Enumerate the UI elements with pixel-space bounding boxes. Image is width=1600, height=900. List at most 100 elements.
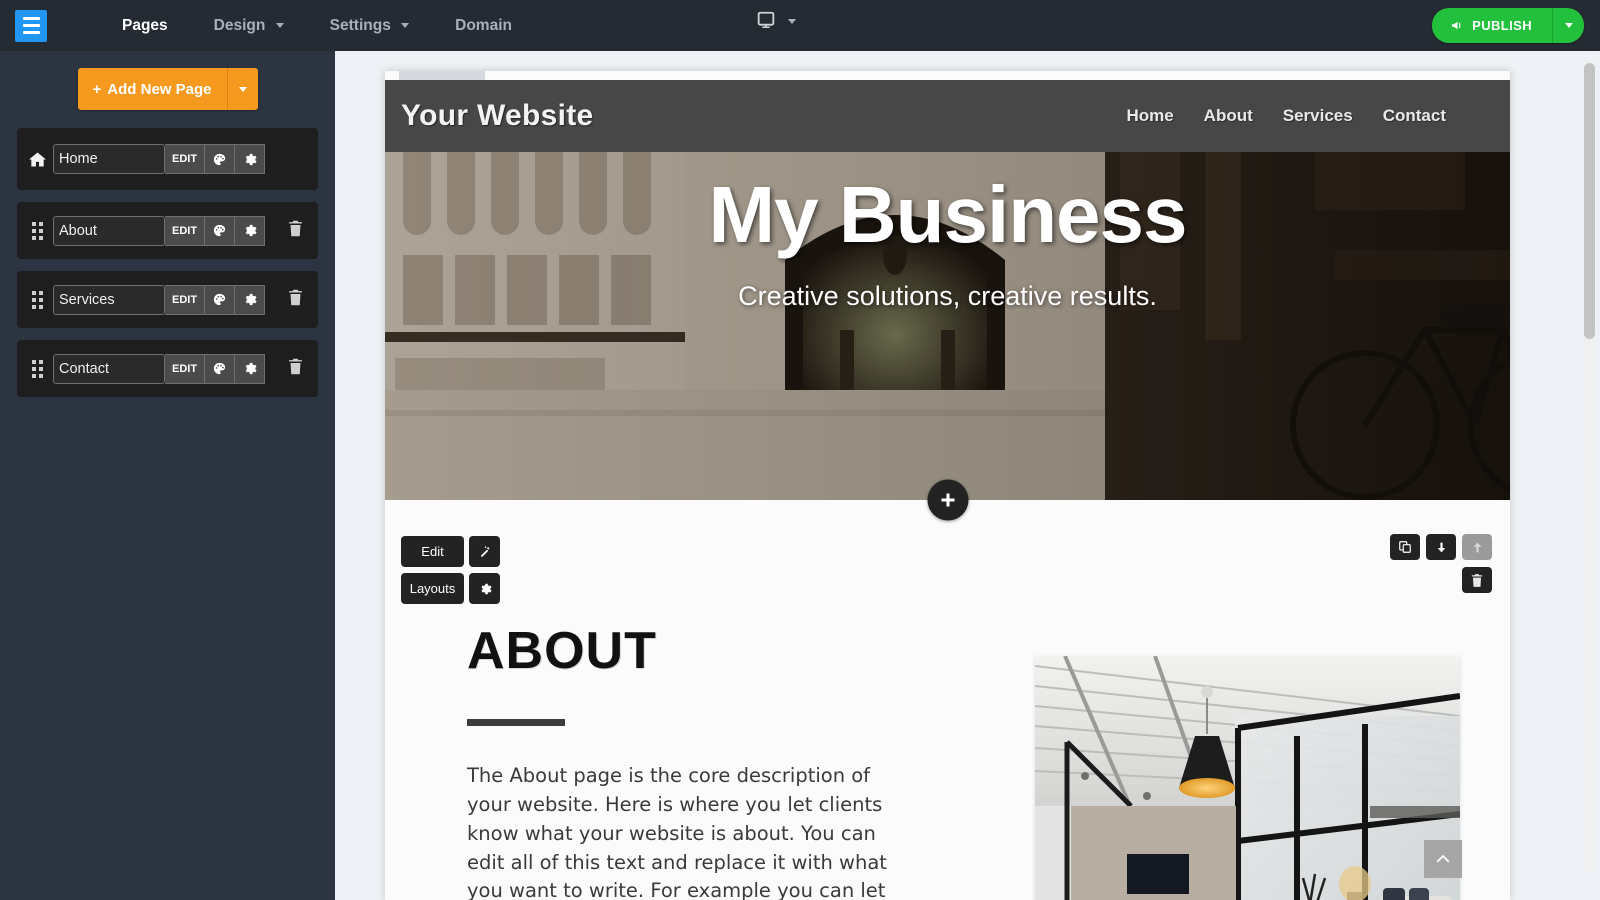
site-nav-services[interactable]: Services: [1283, 106, 1353, 126]
chevron-down-icon: [1564, 23, 1573, 28]
palette-icon: [213, 224, 226, 237]
nav-item-domain[interactable]: Domain: [432, 0, 535, 51]
page-delete-button-about[interactable]: [287, 219, 304, 243]
section-style-button[interactable]: [469, 536, 500, 567]
site-nav: Home About Services Contact: [1126, 106, 1486, 126]
page-list: EDIT: [0, 128, 335, 397]
about-body-visible: The About page is the core description o…: [467, 764, 887, 900]
section-controls: [1390, 534, 1492, 593]
trash-icon: [289, 289, 302, 305]
page-settings-button-home[interactable]: [235, 144, 266, 174]
move-section-down-button[interactable]: [1426, 534, 1456, 560]
nav-item-settings[interactable]: Settings: [307, 0, 432, 51]
add-new-page-dropdown-button[interactable]: [227, 68, 258, 110]
plus-icon: +: [92, 80, 102, 98]
chevron-up-icon: [1436, 855, 1450, 863]
page-delete-button-contact[interactable]: [287, 357, 304, 381]
add-new-page-control: + Add New Page: [77, 68, 258, 110]
site-nav-contact[interactable]: Contact: [1383, 106, 1446, 126]
nav-label-settings: Settings: [329, 17, 391, 34]
page-row-contact[interactable]: EDIT: [17, 340, 318, 397]
section-toolbar: Edit Layouts: [401, 536, 500, 610]
page-edit-button-about[interactable]: EDIT: [165, 215, 206, 246]
palette-icon: [213, 153, 226, 165]
page-edit-button-services[interactable]: EDIT: [165, 284, 206, 315]
page-row-home[interactable]: EDIT: [17, 128, 318, 190]
hamburger-icon[interactable]: [15, 9, 47, 42]
page-delete-button-services[interactable]: [287, 288, 304, 312]
office-interior-photo: [1035, 656, 1460, 900]
page-style-button-contact[interactable]: [205, 353, 236, 384]
page-settings-button-about[interactable]: [235, 215, 266, 246]
nav-item-design[interactable]: Design: [191, 0, 307, 51]
device-preview-switcher[interactable]: [755, 10, 796, 32]
preview-scrollbar-thumb[interactable]: [1584, 63, 1595, 339]
about-section[interactable]: ABOUT The About page is the core descrip…: [385, 501, 1510, 900]
page-edit-button-home[interactable]: EDIT: [165, 144, 206, 174]
copy-icon: [1399, 541, 1411, 553]
publish-dropdown-button[interactable]: [1553, 8, 1584, 43]
page-style-button-services[interactable]: [205, 284, 236, 315]
page-style-button-home[interactable]: [205, 144, 236, 174]
chevron-down-icon: [401, 23, 410, 29]
page-name-input-about[interactable]: [53, 215, 165, 246]
delete-section-button[interactable]: [1462, 567, 1492, 593]
about-heading: ABOUT: [467, 622, 657, 680]
arrow-down-icon: [1437, 542, 1445, 552]
about-divider: [467, 719, 565, 726]
nav-label-pages: Pages: [122, 17, 168, 34]
plus-icon: [941, 498, 954, 502]
section-toolbar-row-layouts: Layouts: [401, 573, 500, 604]
about-text-column: ABOUT The About page is the core descrip…: [467, 621, 907, 900]
page-row-about[interactable]: EDIT: [17, 202, 318, 259]
nav-item-pages[interactable]: Pages: [99, 0, 191, 51]
page-settings-button-services[interactable]: [235, 284, 266, 315]
page-edit-button-contact[interactable]: EDIT: [165, 353, 206, 384]
page-row-services[interactable]: EDIT: [17, 271, 318, 328]
page-style-button-about[interactable]: [205, 215, 236, 246]
section-layouts-button[interactable]: Layouts: [401, 573, 464, 604]
drag-handle-icon[interactable]: [27, 221, 47, 240]
gear-icon: [245, 293, 257, 306]
duplicate-section-button[interactable]: [1390, 534, 1420, 560]
megaphone-icon: [1452, 21, 1461, 30]
main-nav: Pages Design Settings Domain: [99, 0, 535, 51]
section-edit-button[interactable]: Edit: [401, 536, 464, 567]
top-toolbar: Pages Design Settings Domain PUBLISH: [0, 0, 1600, 51]
publish-control: PUBLISH: [1432, 8, 1584, 43]
section-settings-button[interactable]: [469, 573, 500, 604]
page-settings-button-contact[interactable]: [235, 353, 266, 384]
site-nav-home[interactable]: Home: [1126, 106, 1173, 126]
section-toolbar-row-edit: Edit: [401, 536, 500, 567]
edit-label: EDIT: [172, 153, 198, 165]
section-edit-label: Edit: [421, 544, 444, 559]
hero-subtitle: Creative solutions, creative results.: [738, 281, 1157, 311]
drag-handle-icon[interactable]: [27, 290, 47, 309]
site-nav-about[interactable]: About: [1204, 106, 1253, 126]
add-section-button[interactable]: [927, 479, 968, 521]
hamburger-bar: [22, 31, 40, 34]
hamburger-bar: [22, 17, 40, 20]
site-header: Your Website Home About Services Contact: [385, 80, 1510, 152]
add-new-page-button[interactable]: + Add New Page: [77, 68, 228, 110]
site-logo[interactable]: Your Website: [401, 99, 594, 133]
about-body-text[interactable]: The About page is the core description o…: [467, 762, 907, 900]
about-image[interactable]: [1035, 656, 1460, 900]
hero-text-block[interactable]: My Business Creative solutions, creative…: [385, 175, 1510, 312]
drag-handle-icon[interactable]: [27, 359, 47, 378]
hero-title: My Business: [708, 170, 1187, 259]
gear-icon: [245, 153, 257, 165]
page-name-input-home[interactable]: [53, 144, 165, 174]
scroll-to-top-button[interactable]: [1424, 840, 1462, 878]
page-name-input-contact[interactable]: [53, 353, 165, 384]
palette-icon: [213, 362, 226, 375]
page-name-input-services[interactable]: [53, 284, 165, 315]
trash-icon: [1471, 573, 1483, 587]
trash-icon: [289, 358, 302, 374]
chevron-down-icon: [275, 23, 284, 29]
edit-label: EDIT: [172, 293, 198, 306]
publish-label: PUBLISH: [1472, 18, 1532, 33]
publish-button[interactable]: PUBLISH: [1432, 8, 1553, 43]
home-icon: [27, 151, 47, 168]
edit-label: EDIT: [172, 224, 198, 237]
